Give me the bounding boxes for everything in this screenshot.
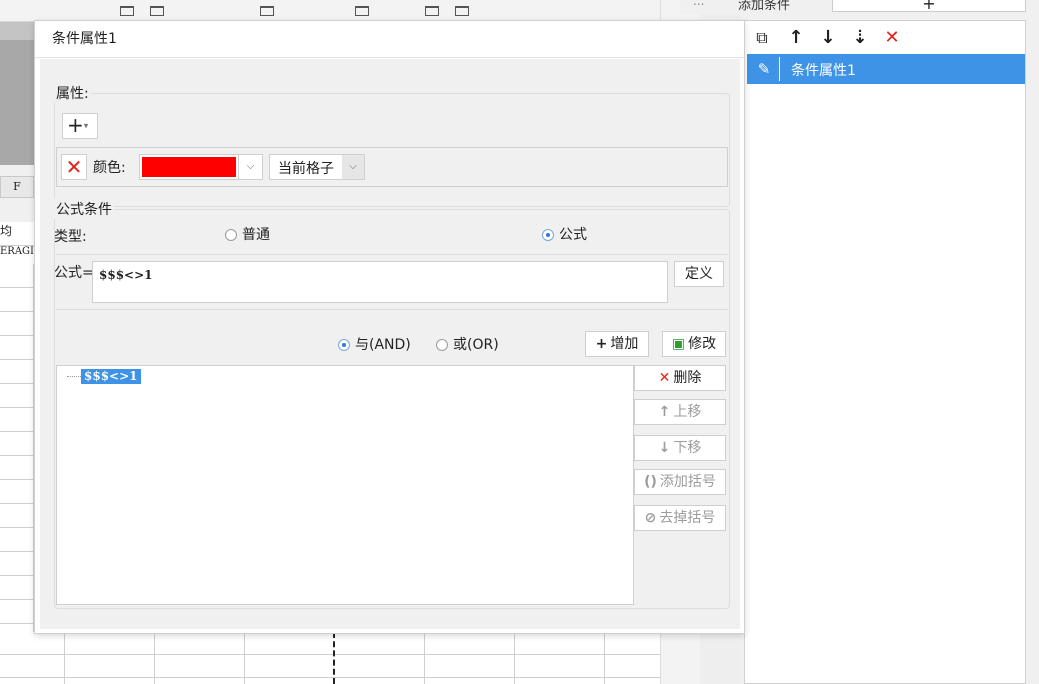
logic-radio-or[interactable]: 或(OR)	[436, 335, 499, 355]
formula-input[interactable]: $$$<>1	[92, 261, 668, 303]
condition-tree[interactable]: $$$<>1	[56, 365, 634, 605]
scope-select[interactable]: 当前格子 ⌵	[269, 154, 365, 180]
arrow-up-icon[interactable]: ↑	[785, 27, 807, 49]
condition-list-item[interactable]: ✎ 条件属性1	[747, 54, 1025, 84]
dialog-body: 属性: +▾ ✕ 颜色: ⌵ 当前格子 ⌵ 公式条件 类型: 普通 公式 公式=…	[40, 59, 740, 629]
remove-bracket-button[interactable]: ⊘ 去掉括号	[634, 505, 726, 531]
brackets-icon: ()	[644, 474, 657, 490]
add-bracket-button[interactable]: () 添加括号	[634, 469, 726, 495]
edit-icon: ▣	[671, 336, 686, 352]
sheet-rows[interactable]	[0, 264, 34, 634]
tree-connector	[67, 376, 81, 377]
scope-select-value: 当前格子	[278, 161, 334, 177]
chevron-down-icon: ⌵	[342, 155, 364, 179]
add-condition-button[interactable]: + 增加	[585, 331, 649, 357]
grey-area	[0, 40, 34, 165]
type-radio-normal-label: 普通	[242, 227, 270, 243]
color-dropdown-button[interactable]: ⌵	[239, 154, 263, 180]
move-up-label: 上移	[673, 404, 702, 420]
logic-radio-or-label: 或(OR)	[453, 337, 499, 353]
divider	[56, 254, 728, 255]
delete-condition-button[interactable]: ✕ 删除	[634, 365, 726, 391]
condition-attribute-dialog: 条件属性1 属性: +▾ ✕ 颜色: ⌵ 当前格子 ⌵ 公式条件 类型: 普通 …	[34, 20, 745, 634]
grid-line	[514, 632, 515, 684]
condition-item-label: 条件属性1	[791, 63, 856, 79]
delete-condition-label: 删除	[673, 370, 702, 386]
radio-icon	[436, 339, 448, 351]
toolbar-icon[interactable]	[455, 6, 469, 16]
add-condition-label: 增加	[610, 336, 639, 352]
delete-icon: ✕	[658, 370, 671, 386]
copy-icon[interactable]: ⧉	[751, 27, 773, 49]
grid-line	[154, 632, 155, 684]
condition-list-panel: ⧉ ↑ ↓ ⇣ ✕ ✎ 条件属性1	[744, 20, 1026, 684]
move-up-button[interactable]: ↑ 上移	[634, 399, 726, 425]
dialog-title: 条件属性1	[35, 21, 744, 58]
delete-icon[interactable]: ✕	[881, 27, 903, 49]
color-label: 颜色:	[93, 160, 126, 176]
condition-list-toolbar: ⧉ ↑ ↓ ⇣ ✕	[745, 21, 1025, 55]
grid-line	[424, 632, 425, 684]
formula-condition-legend: 公式条件	[54, 199, 114, 219]
color-swatch[interactable]	[139, 154, 239, 180]
sort-down-icon[interactable]: ⇣	[849, 27, 871, 49]
radio-selected-icon	[542, 229, 554, 241]
grid-line	[604, 632, 605, 684]
column-header[interactable]: F	[0, 176, 34, 198]
add-property-button[interactable]: +▾	[62, 113, 98, 139]
ruler	[0, 22, 34, 40]
modify-condition-button[interactable]: ▣ 修改	[662, 331, 726, 357]
add-bracket-label: 添加括号	[659, 474, 716, 490]
move-down-button[interactable]: ↓ 下移	[634, 435, 726, 461]
toolbar-icon[interactable]	[150, 6, 164, 16]
pencil-icon: ✎	[757, 60, 771, 78]
divider	[779, 57, 780, 81]
modify-condition-label: 修改	[688, 336, 717, 352]
properties-legend: 属性:	[54, 83, 91, 103]
property-row: ✕ 颜色: ⌵ 当前格子 ⌵	[56, 147, 728, 187]
type-label: 类型:	[54, 229, 87, 245]
page-break-line	[333, 632, 335, 684]
sheet-bottom-rows[interactable]	[0, 632, 660, 684]
color-swatch-fill	[142, 157, 236, 177]
radio-selected-icon	[338, 339, 350, 351]
arrow-down-icon: ↓	[658, 440, 671, 456]
top-sb-text: ...	[693, 0, 705, 8]
type-radio-formula-label: 公式	[559, 227, 587, 243]
add-condition-button[interactable]: +	[832, 0, 1026, 12]
remove-property-icon[interactable]: ✕	[61, 154, 87, 180]
toolbar-icon[interactable]	[260, 6, 274, 16]
type-radio-formula[interactable]: 公式	[542, 225, 587, 245]
toolbar-icon[interactable]	[120, 6, 134, 16]
radio-icon	[225, 229, 237, 241]
add-condition-label: 添加条件	[738, 0, 791, 13]
logic-radio-and[interactable]: 与(AND)	[338, 335, 411, 355]
arrow-up-icon: ↑	[658, 404, 671, 420]
formula-label: 公式=	[54, 265, 94, 281]
condition-tree-item[interactable]: $$$<>1	[81, 369, 141, 384]
move-down-label: 下移	[673, 440, 702, 456]
grid-line	[64, 632, 65, 684]
toolbar-icon[interactable]	[355, 6, 369, 16]
plus-icon: +	[595, 336, 608, 352]
type-radio-normal[interactable]: 普通	[225, 225, 270, 245]
remove-bracket-label: 去掉括号	[659, 510, 716, 526]
chevron-down-icon: ▾	[83, 121, 89, 132]
toolbar-icon[interactable]	[425, 6, 439, 16]
arrow-down-icon[interactable]: ↓	[817, 27, 839, 49]
divider	[56, 309, 728, 310]
background-toolbar	[0, 0, 680, 22]
grid-line	[244, 632, 245, 684]
plus-icon: +	[67, 113, 84, 137]
define-button[interactable]: 定义	[674, 261, 724, 287]
logic-radio-and-label: 与(AND)	[355, 337, 411, 353]
sheet-cell[interactable]: 均	[0, 222, 34, 246]
remove-brackets-icon: ⊘	[644, 510, 657, 526]
